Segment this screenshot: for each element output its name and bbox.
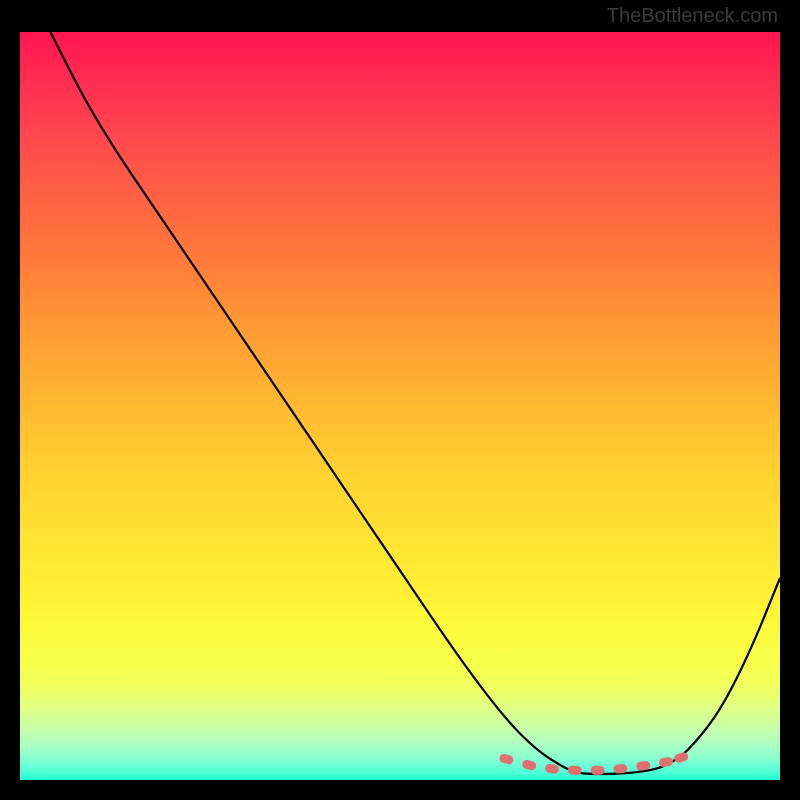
watermark-text: TheBottleneck.com	[607, 5, 778, 28]
chart-curve	[50, 32, 780, 774]
chart-svg	[20, 32, 780, 780]
chart-dots	[498, 751, 689, 775]
